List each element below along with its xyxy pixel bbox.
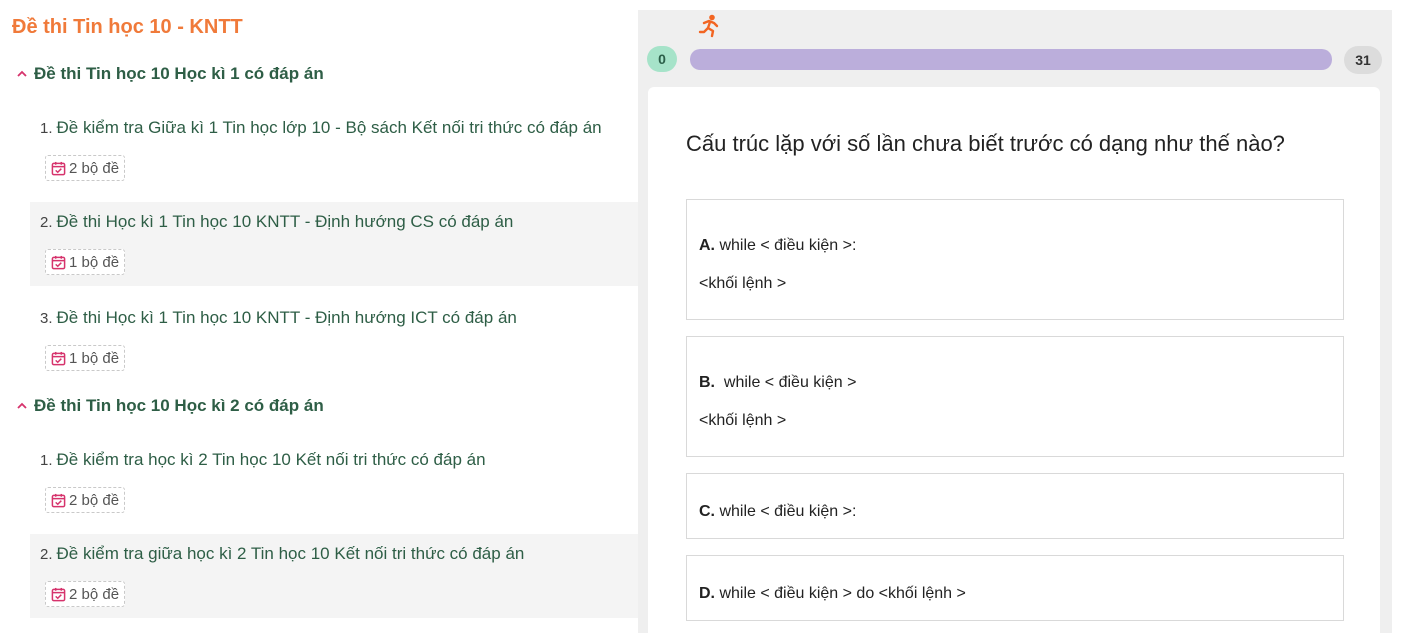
calendar-check-icon [51,351,66,365]
calendar-check-icon [51,255,66,269]
option-text: while < điều kiện >: [719,237,857,254]
list-item: 2. Đề thi Học kì 1 Tin học 10 KNTT - Định… [30,202,638,286]
runner-icon [698,14,719,38]
option-letter: D. [699,585,715,602]
list-item: 1. Đề kiểm tra học kì 2 Tin học 10 Kết nố… [30,440,638,524]
exam-count-badge: 2 bộ đề [45,155,126,181]
answer-option-d[interactable]: D. while < điều kiện > do <khối lệnh > [686,555,1344,621]
page-title: Đề thi Tin học 10 - KNTT [12,16,243,38]
chevron-up-icon [17,70,27,77]
exam-count-badge: 2 bộ đề [45,581,126,607]
exam-count-badge: 1 bộ đề [45,249,126,275]
question-card: Cấu trúc lặp với số lần chưa biết trước … [648,87,1380,633]
exam-link[interactable]: 3. Đề thi Học kì 1 Tin học 10 KNTT - Định… [40,308,517,328]
section-header-hk1[interactable]: Đề thi Tin học 10 Học kì 1 có đáp án [16,64,324,84]
option-text: <khối lệnh > [699,412,787,429]
answer-option-b[interactable]: B. while < điều kiện > <khối lệnh > [686,336,1344,457]
total-questions-badge: 31 [1344,46,1382,74]
option-text: while < điều kiện >: [719,503,857,520]
answer-option-c[interactable]: C. while < điều kiện >: [686,473,1344,539]
list-item: 3. Đề thi Học kì 1 Tin học 10 KNTT - Định… [30,298,638,382]
section-label: Đề thi Tin học 10 Học kì 1 có đáp án [34,64,324,83]
exam-link[interactable]: 1. Đề kiểm tra Giữa kì 1 Tin học lớp 10 -… [40,118,602,138]
answered-count-badge: 0 [647,46,677,72]
chevron-up-icon [17,402,27,409]
option-letter: A. [699,237,715,254]
section-label: Đề thi Tin học 10 Học kì 2 có đáp án [34,396,324,415]
exam-count-badge: 2 bộ đề [45,487,126,513]
exam-link[interactable]: 2. Đề thi Học kì 1 Tin học 10 KNTT - Định… [40,212,513,232]
exam-link[interactable]: 1. Đề kiểm tra học kì 2 Tin học 10 Kết nố… [40,450,486,470]
option-text: while < điều kiện > do <khối lệnh > [719,585,966,602]
progress-fill [690,49,1332,70]
question-text: Cấu trúc lặp với số lần chưa biết trước … [686,131,1285,156]
exam-link[interactable]: 2. Đề kiểm tra giữa học kì 2 Tin học 10 K… [40,544,524,564]
answer-option-a[interactable]: A. while < điều kiện >: <khối lệnh > [686,199,1344,320]
list-item: 1. Đề kiểm tra Giữa kì 1 Tin học lớp 10 -… [30,108,638,192]
quiz-panel: 0 31 Cấu trúc lặp với số lần chưa biết t… [638,10,1392,633]
option-letter: B. [699,374,715,391]
option-text: while < điều kiện > [719,374,857,391]
exam-list-panel: Đề thi Tin học 10 - KNTT Đề thi Tin học … [0,0,638,633]
list-item: 2. Đề kiểm tra giữa học kì 2 Tin học 10 K… [30,534,638,618]
calendar-check-icon [51,161,66,175]
progress-bar [690,49,1332,70]
calendar-check-icon [51,587,66,601]
exam-count-badge: 1 bộ đề [45,345,126,371]
option-text: <khối lệnh > [699,275,787,292]
section-header-hk2[interactable]: Đề thi Tin học 10 Học kì 2 có đáp án [16,396,324,416]
option-letter: C. [699,503,715,520]
calendar-check-icon [51,493,66,507]
